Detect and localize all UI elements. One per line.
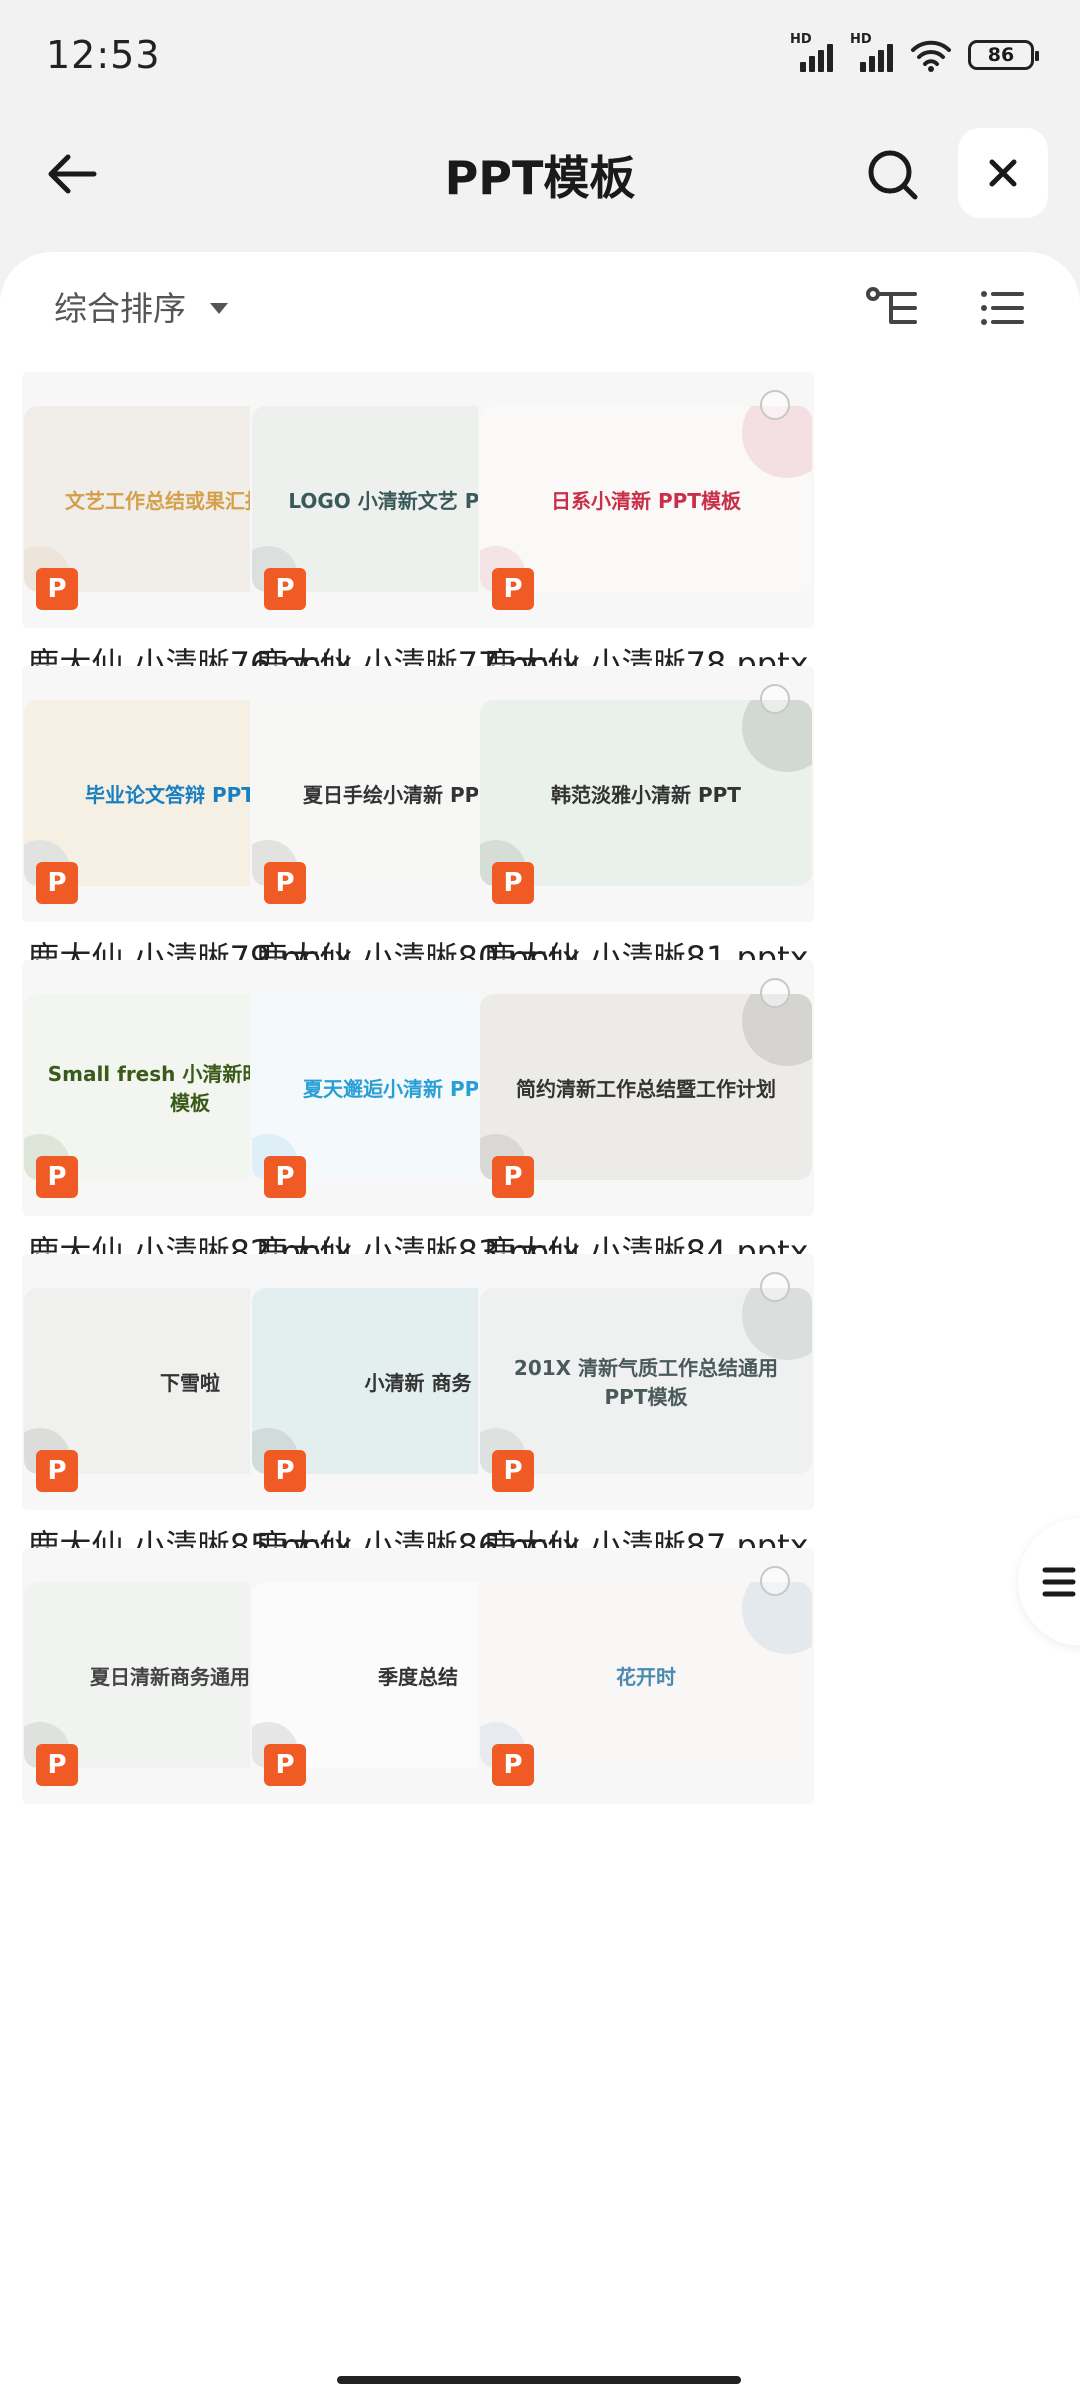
select-checkbox[interactable] xyxy=(760,390,790,420)
ppt-file-icon: P xyxy=(264,1744,306,1786)
file-thumbnail: 日系小清新 PPT模板 xyxy=(480,406,812,592)
signal-icon-2: HD xyxy=(850,32,894,72)
select-checkbox[interactable] xyxy=(760,1566,790,1596)
status-time: 12:53 xyxy=(46,33,161,77)
back-arrow-icon xyxy=(48,154,97,194)
select-checkbox[interactable] xyxy=(760,1272,790,1302)
thumbnail-title: 韩范淡雅小清新 PPT xyxy=(551,782,741,807)
select-checkbox[interactable] xyxy=(760,684,790,714)
select-checkbox[interactable] xyxy=(760,978,790,1008)
file-thumbnail-frame: 201X 清新气质工作总结通用 PPT模板 P xyxy=(478,1254,814,1510)
file-thumbnail: 花开时 xyxy=(480,1582,812,1768)
status-icons: HD HD 86 xyxy=(790,32,1039,72)
ppt-file-icon: P xyxy=(492,568,534,610)
ppt-file-icon: P xyxy=(36,1450,78,1492)
list-view-button[interactable] xyxy=(972,278,1032,338)
close-icon xyxy=(989,159,1017,187)
close-button[interactable] xyxy=(958,128,1048,218)
tree-view-button[interactable] xyxy=(862,278,922,338)
file-thumbnail-frame: 日系小清新 PPT模板 P xyxy=(478,372,814,628)
status-bar: 12:53 HD HD 86 xyxy=(0,0,1080,110)
sort-label: 综合排序 xyxy=(54,289,186,328)
sort-dropdown[interactable]: 综合排序 xyxy=(54,282,228,330)
thumbnail-title: 简约清新工作总结暨工作计划 xyxy=(516,1076,776,1101)
menu-icon xyxy=(1042,1567,1076,1597)
back-button[interactable] xyxy=(36,138,108,210)
caret-down-icon xyxy=(210,302,228,314)
ppt-file-icon: P xyxy=(492,1450,534,1492)
thumbnail-title: 花开时 xyxy=(616,1664,676,1689)
file-thumbnail: 韩范淡雅小清新 PPT xyxy=(480,700,812,886)
file-thumbnail-frame: 韩范淡雅小清新 PPT P xyxy=(478,666,814,922)
battery-icon: 86 xyxy=(968,40,1039,70)
ppt-file-icon: P xyxy=(492,1744,534,1786)
file-thumbnail-frame: 花开时 P xyxy=(478,1548,814,1804)
file-thumbnail: 简约清新工作总结暨工作计划 xyxy=(480,994,812,1180)
ppt-file-icon: P xyxy=(36,1156,78,1198)
thumbnail-title: 日系小清新 PPT模板 xyxy=(551,488,741,513)
content-panel: 综合排序 文艺工作总结或果汇报 PPTP鹿大仙 小清晰76.pptx2026/0… xyxy=(0,252,1080,2401)
signal-icon: HD xyxy=(790,32,834,72)
ppt-file-icon: P xyxy=(36,1744,78,1786)
wifi-icon xyxy=(911,40,951,72)
search-button[interactable] xyxy=(858,140,928,210)
page-title: PPT模板 xyxy=(444,151,636,205)
ppt-file-icon: P xyxy=(492,1156,534,1198)
ppt-file-icon: P xyxy=(36,862,78,904)
home-indicator[interactable] xyxy=(337,2376,741,2384)
ppt-file-icon: P xyxy=(264,1156,306,1198)
tree-view-icon xyxy=(866,287,917,324)
search-icon xyxy=(868,150,918,200)
list-view-icon xyxy=(981,291,1024,325)
file-thumbnail-frame: 简约清新工作总结暨工作计划 P xyxy=(478,960,814,1216)
top-app-bar: PPT模板 xyxy=(0,110,1080,240)
file-card[interactable]: 花开时 P xyxy=(478,1548,814,1804)
ppt-file-icon: P xyxy=(36,568,78,610)
ppt-file-icon: P xyxy=(492,862,534,904)
ppt-file-icon: P xyxy=(264,862,306,904)
thumbnail-title: 201X 清新气质工作总结通用 PPT模板 xyxy=(513,1356,779,1409)
ppt-file-icon: P xyxy=(264,568,306,610)
file-thumbnail: 201X 清新气质工作总结通用 PPT模板 xyxy=(480,1288,812,1474)
ppt-file-icon: P xyxy=(264,1450,306,1492)
